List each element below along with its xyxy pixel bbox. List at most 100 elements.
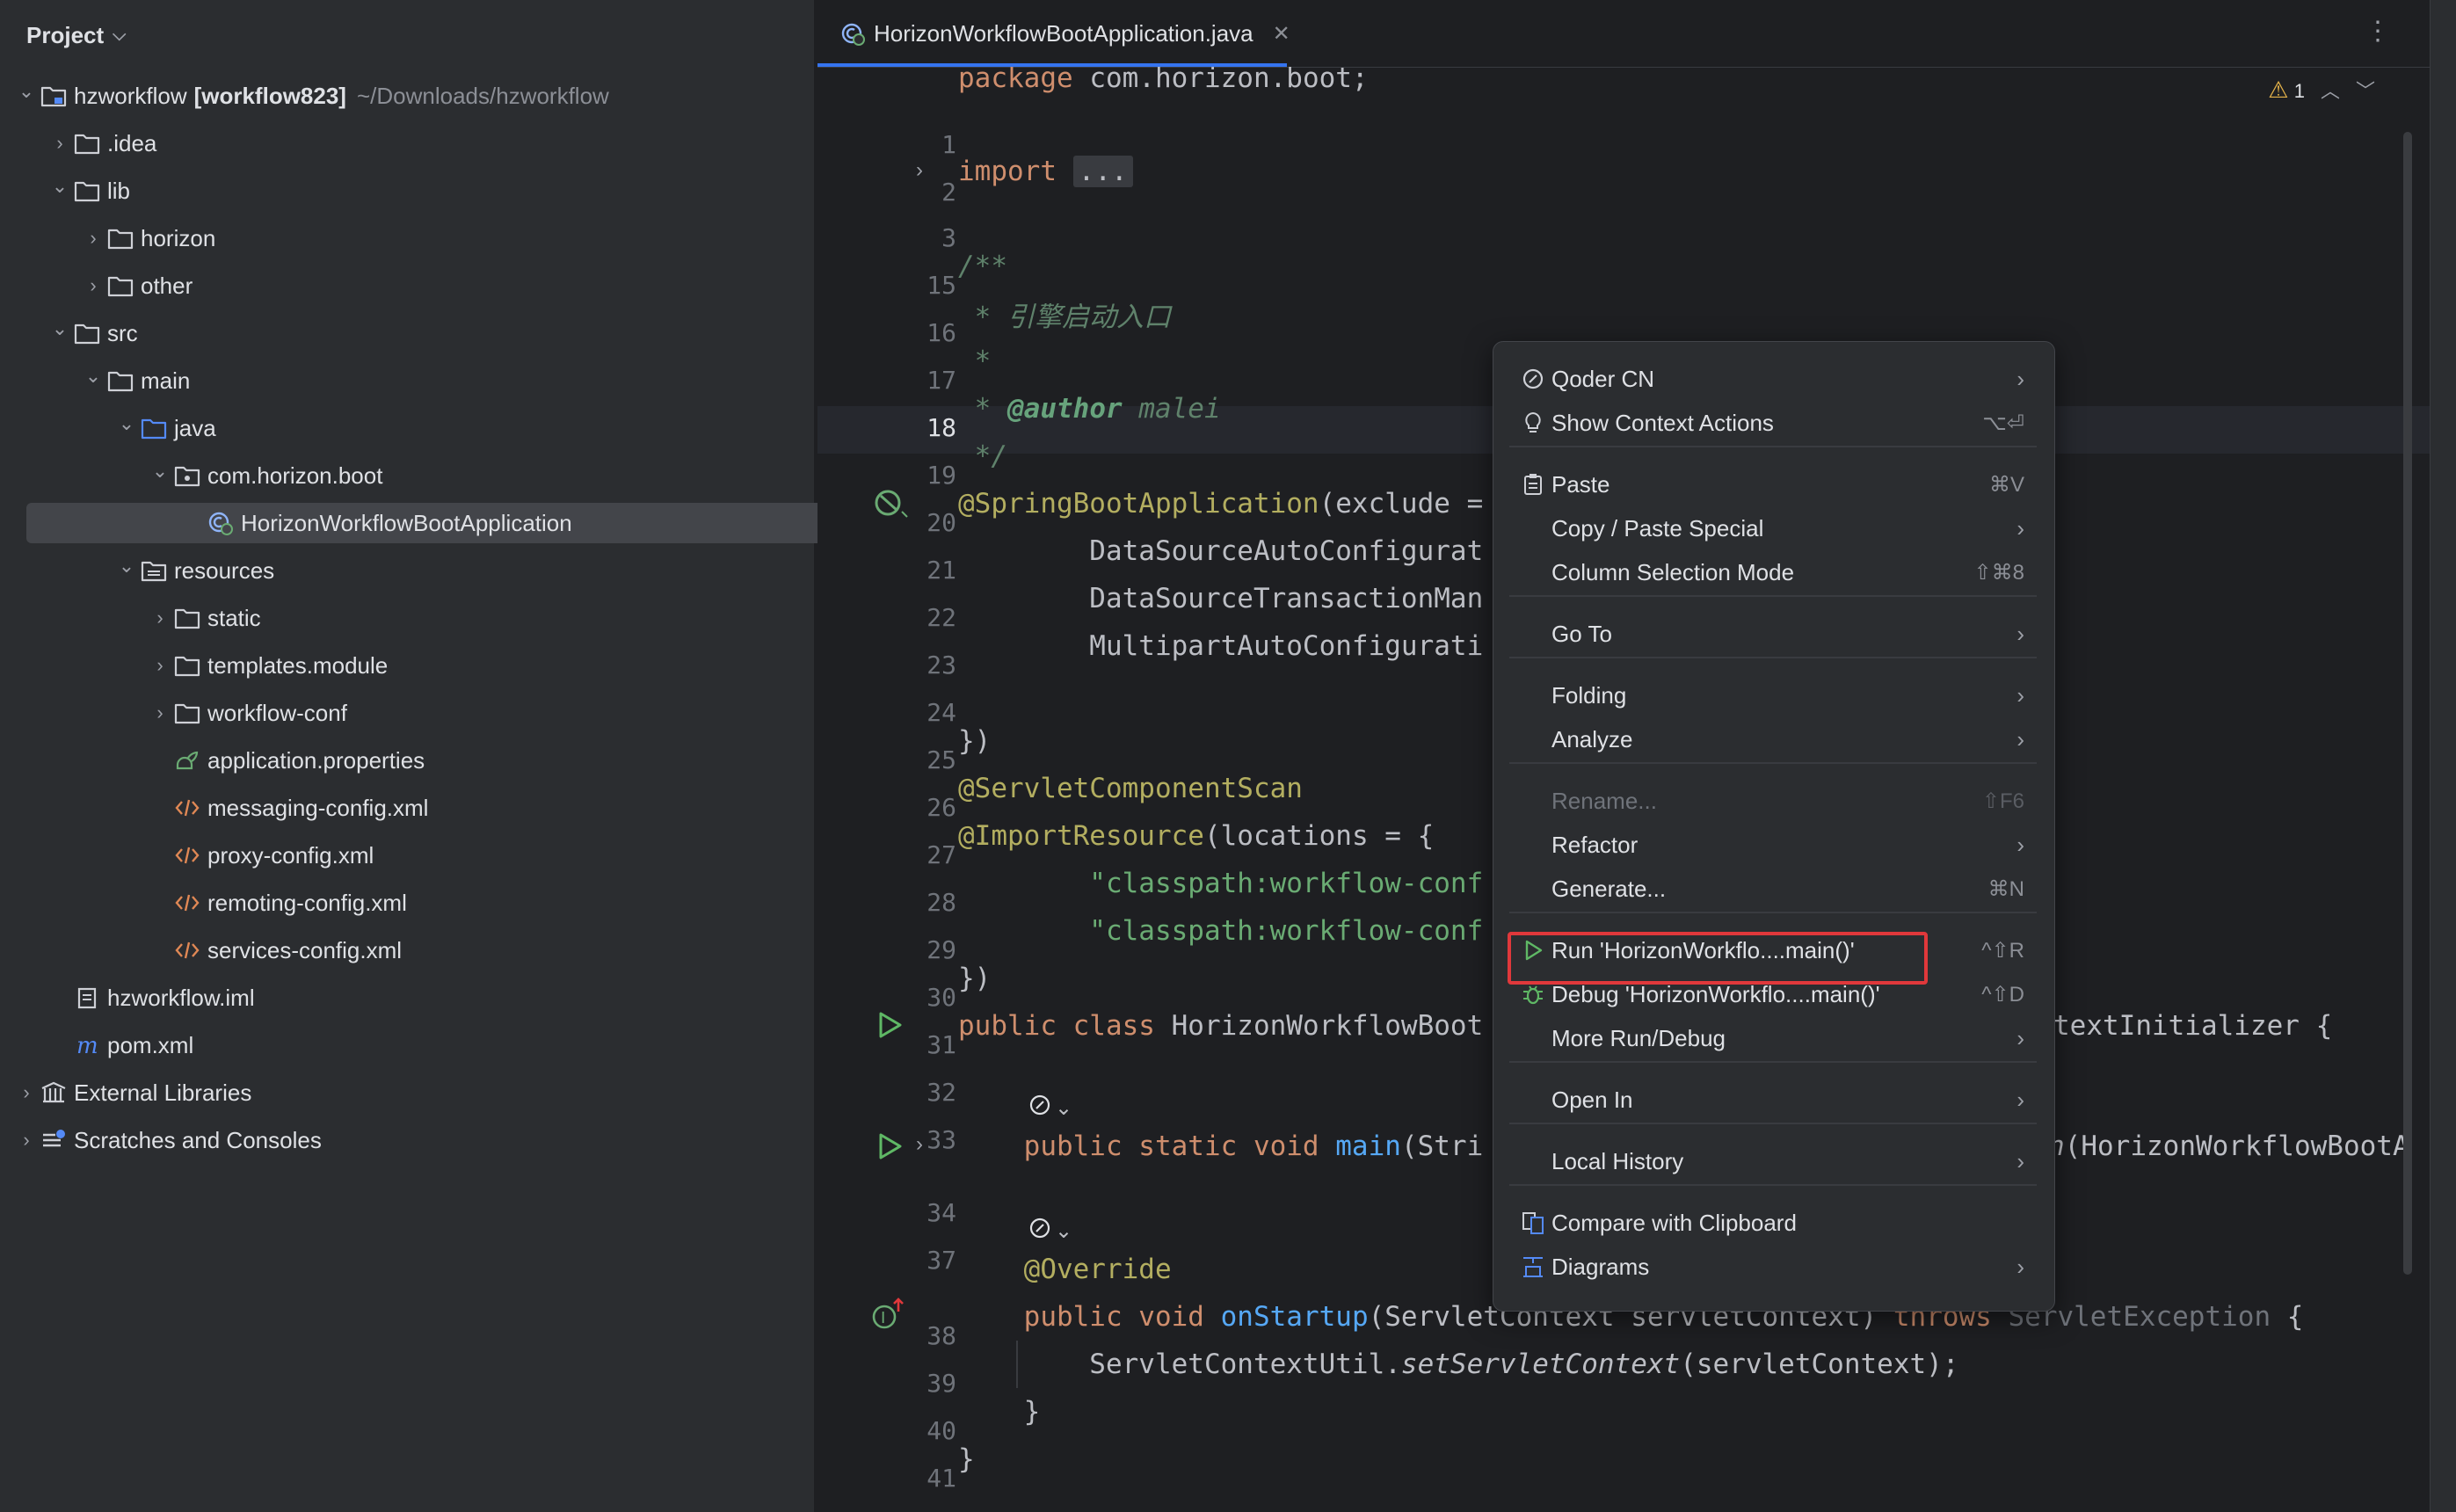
chevron-down-icon[interactable]: ⌄ bbox=[148, 460, 172, 483]
tree-item[interactable]: ⌄ hzworkflow [workflow823] ~/Downloads/hzw… bbox=[0, 76, 609, 116]
tree-item[interactable]: m pom.xml bbox=[0, 1025, 193, 1065]
chevron-down-icon[interactable]: ⌄ bbox=[114, 412, 139, 435]
menu-item-qoder-cn[interactable]: Qoder CN › bbox=[1509, 358, 2037, 400]
menu-item-more-run-debug[interactable]: More Run/Debug › bbox=[1509, 1017, 2037, 1059]
menu-item-compare-with-clipboard[interactable]: Compare with Clipboard bbox=[1509, 1202, 2037, 1244]
tree-item-label: other bbox=[141, 272, 193, 299]
module-path: ~/Downloads/hzworkflow bbox=[356, 82, 609, 109]
chevron-down-icon[interactable]: ⌄ bbox=[47, 317, 72, 340]
spring-class-icon bbox=[840, 21, 865, 46]
chevron-right-icon[interactable]: › bbox=[47, 132, 72, 155]
tree-item[interactable]: services-config.xml bbox=[0, 930, 402, 970]
editor-tab[interactable]: HorizonWorkflowBootApplication.java ✕ bbox=[840, 0, 1290, 67]
tree-item[interactable]: remoting-config.xml bbox=[0, 883, 407, 923]
tree-item[interactable]: › External Libraries bbox=[0, 1072, 251, 1113]
project-panel-title[interactable]: Project ⌵ bbox=[26, 19, 126, 51]
tree-item[interactable]: messaging-config.xml bbox=[0, 788, 428, 828]
line-number: 26 bbox=[926, 793, 956, 822]
tree-item-label: com.horizon.boot bbox=[207, 462, 383, 489]
close-icon[interactable]: ✕ bbox=[1273, 21, 1290, 47]
implements-method-icon[interactable]: I bbox=[870, 1296, 909, 1331]
menu-item-label: Column Selection Mode bbox=[1551, 558, 1795, 585]
line-number: 22 bbox=[926, 603, 956, 632]
spring-class-icon bbox=[206, 511, 236, 535]
chevron-right-icon[interactable]: › bbox=[14, 1081, 39, 1104]
menu-item-label: Diagrams bbox=[1551, 1253, 1650, 1280]
qoder-icon bbox=[1028, 1094, 1051, 1123]
menu-item-column-selection-mode[interactable]: Column Selection Mode ⇧⌘8 bbox=[1509, 551, 2037, 593]
more-options-icon[interactable]: ⋮ bbox=[2365, 16, 2391, 47]
run-gutter-icon[interactable] bbox=[874, 1009, 905, 1041]
chevron-right-icon[interactable]: › bbox=[81, 227, 105, 250]
chevron-down-icon[interactable]: ⌄ bbox=[47, 175, 72, 198]
tree-item[interactable]: ⌄ com.horizon.boot bbox=[0, 455, 383, 496]
menu-item-diagrams[interactable]: Diagrams › bbox=[1509, 1246, 2037, 1288]
menu-item-show-context-actions[interactable]: Show Context Actions ⌥⏎ bbox=[1509, 402, 2037, 444]
line-number: 24 bbox=[926, 698, 956, 727]
tree-item-label: lib bbox=[107, 177, 131, 204]
tree-item[interactable]: › static bbox=[0, 598, 260, 638]
menu-item-generate[interactable]: Generate... ⌘N bbox=[1509, 868, 2037, 910]
tree-item-label: application.properties bbox=[207, 746, 425, 774]
menu-item-copy-paste-special[interactable]: Copy / Paste Special › bbox=[1509, 507, 2037, 549]
editor-tab-bar: HorizonWorkflowBootApplication.java ✕ ⋮ bbox=[817, 0, 2430, 68]
fold-expand-icon[interactable]: › bbox=[916, 158, 923, 183]
tree-item[interactable]: ⌄ java bbox=[0, 408, 216, 448]
tree-item[interactable]: › horizon bbox=[0, 218, 215, 258]
tree-item[interactable]: proxy-config.xml bbox=[0, 835, 374, 876]
line-number: 29 bbox=[926, 935, 956, 964]
menu-item-run-horizonworkflo-main[interactable]: Run 'HorizonWorkflo....main()' ^⇧R bbox=[1509, 929, 2037, 971]
tree-item[interactable]: › templates.module bbox=[0, 645, 388, 686]
fold-expand-icon[interactable]: › bbox=[916, 1132, 923, 1157]
tree-item[interactable]: application.properties bbox=[0, 740, 425, 781]
tree-item[interactable]: › workflow-conf bbox=[0, 693, 347, 733]
menu-item-refactor[interactable]: Refactor › bbox=[1509, 824, 2037, 866]
maven-icon: m bbox=[72, 1033, 102, 1058]
chevron-right-icon[interactable]: › bbox=[148, 654, 172, 677]
menu-item-local-history[interactable]: Local History › bbox=[1509, 1140, 2037, 1182]
menu-item-label: Qoder CN bbox=[1551, 365, 1655, 392]
chevron-right-icon[interactable]: › bbox=[14, 1129, 39, 1152]
menu-item-paste[interactable]: Paste ⌘V bbox=[1509, 463, 2037, 505]
tree-item[interactable]: ⌄ src bbox=[0, 313, 138, 353]
menu-item-open-in[interactable]: Open In › bbox=[1509, 1079, 2037, 1121]
folder-icon bbox=[172, 653, 202, 678]
tree-item[interactable]: ⌄ resources bbox=[0, 550, 274, 591]
chevron-down-icon[interactable]: ⌄ bbox=[81, 365, 105, 388]
chevron-down-icon[interactable]: ⌄ bbox=[14, 80, 39, 103]
tree-item[interactable]: › Scratches and Consoles bbox=[0, 1120, 322, 1160]
code-line: "classpath:workflow-conf bbox=[958, 868, 1484, 899]
line-number: 25 bbox=[926, 745, 956, 774]
ai-lens[interactable]: ⌄ bbox=[1028, 1094, 1072, 1123]
run-gutter-icon[interactable] bbox=[874, 1130, 905, 1162]
code-line: } bbox=[958, 1443, 975, 1475]
code-line: * 引擎启动入口 bbox=[958, 301, 1171, 333]
tree-item[interactable]: ⌄ main bbox=[0, 360, 191, 401]
tree-item[interactable]: ⌄ lib bbox=[0, 171, 130, 211]
menu-item-label: Debug 'HorizonWorkflo....main()' bbox=[1551, 980, 1880, 1007]
tree-item[interactable]: › .idea bbox=[0, 123, 156, 164]
tree-item[interactable]: › other bbox=[0, 265, 193, 306]
menu-item-debug-horizonworkflo-main[interactable]: Debug 'HorizonWorkflo....main()' ^⇧D bbox=[1509, 973, 2037, 1015]
folder-icon bbox=[172, 606, 202, 630]
chevron-right-icon[interactable]: › bbox=[148, 607, 172, 629]
tree-item-label: Scratches and Consoles bbox=[74, 1126, 322, 1153]
spring-boot-icon[interactable] bbox=[872, 485, 909, 520]
vertical-scrollbar[interactable] bbox=[2403, 132, 2412, 1275]
folded-imports[interactable]: ... bbox=[1072, 156, 1133, 187]
tree-item-label: hzworkflow.iml bbox=[107, 984, 255, 1011]
chevron-right-icon[interactable]: › bbox=[148, 701, 172, 724]
tree-item[interactable]: hzworkflow.iml bbox=[0, 978, 255, 1018]
tree-item-label: services-config.xml bbox=[207, 936, 403, 963]
menu-item-go-to[interactable]: Go To › bbox=[1509, 613, 2037, 655]
menu-item-analyze[interactable]: Analyze › bbox=[1509, 718, 2037, 760]
chevron-down-icon[interactable]: ⌄ bbox=[114, 555, 139, 578]
compare-icon bbox=[1515, 1210, 1551, 1235]
ai-lens[interactable]: ⌄ bbox=[1028, 1217, 1072, 1246]
menu-item-label: Copy / Paste Special bbox=[1551, 514, 1764, 542]
line-number: 17 bbox=[926, 366, 956, 395]
chevron-right-icon[interactable]: › bbox=[81, 274, 105, 297]
menu-item-folding[interactable]: Folding › bbox=[1509, 674, 2037, 716]
folder-icon bbox=[105, 273, 135, 298]
package-icon bbox=[172, 463, 202, 488]
